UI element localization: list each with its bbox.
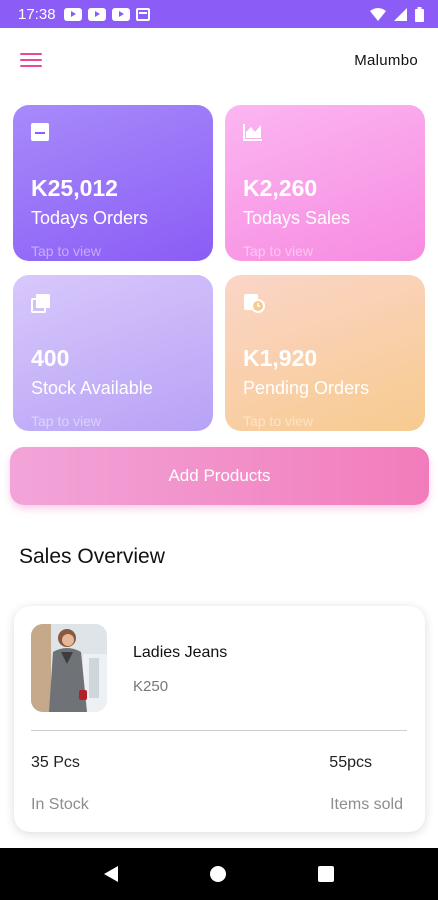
youtube-icon bbox=[111, 7, 130, 21]
add-products-button[interactable]: Add Products bbox=[10, 447, 429, 505]
card-hint: Tap to view bbox=[243, 413, 314, 429]
in-stock-value: 35 Pcs bbox=[31, 754, 80, 771]
battery-icon bbox=[415, 6, 424, 22]
card-amount: K2,260 bbox=[243, 175, 318, 201]
sales-overview-card[interactable]: Ladies Jeans K250 35 Pcs In Stock 55pcs … bbox=[14, 606, 425, 832]
todays-orders-card[interactable]: K25,012 Todays Orders Tap to view bbox=[13, 105, 213, 261]
app-bar: Malumbo bbox=[0, 40, 438, 80]
inbox-icon bbox=[31, 123, 195, 145]
card-amount: K1,920 bbox=[243, 345, 318, 371]
pending-orders-card[interactable]: K1,920 Pending Orders Tap to view bbox=[225, 275, 425, 431]
card-amount: K25,012 bbox=[31, 175, 118, 201]
youtube-icon bbox=[87, 7, 106, 21]
product-image bbox=[31, 624, 107, 712]
card-label: Todays Sales bbox=[243, 208, 351, 228]
card-label: Todays Orders bbox=[31, 208, 149, 228]
section-title: Sales Overview bbox=[19, 545, 165, 568]
user-name: Malumbo bbox=[354, 51, 418, 69]
product-price: K250 bbox=[133, 678, 169, 695]
items-sold-value: 55pcs bbox=[329, 754, 372, 771]
back-icon[interactable] bbox=[104, 866, 118, 882]
card-label: Pending Orders bbox=[243, 378, 370, 398]
hamburger-menu-icon[interactable] bbox=[20, 51, 42, 69]
calendar-icon bbox=[135, 7, 150, 21]
clock-icon bbox=[243, 293, 407, 315]
youtube-icon bbox=[63, 7, 82, 21]
divider bbox=[31, 730, 407, 731]
chart-icon bbox=[243, 123, 407, 145]
status-system-icons bbox=[370, 6, 424, 22]
card-amount: 400 bbox=[31, 345, 70, 371]
wifi-icon bbox=[370, 7, 386, 21]
card-label: Stock Available bbox=[31, 378, 153, 398]
card-hint: Tap to view bbox=[243, 243, 314, 259]
system-nav-bar bbox=[0, 848, 438, 900]
stock-available-card[interactable]: 400 Stock Available Tap to view bbox=[13, 275, 213, 431]
in-stock-label: In Stock bbox=[31, 796, 89, 813]
recents-icon[interactable] bbox=[318, 866, 334, 882]
status-time: 17:38 bbox=[18, 5, 56, 23]
todays-sales-card[interactable]: K2,260 Todays Sales Tap to view bbox=[225, 105, 425, 261]
stack-icon bbox=[31, 293, 195, 315]
status-bar: 17:38 bbox=[0, 0, 438, 28]
home-icon[interactable] bbox=[210, 866, 226, 882]
product-name: Ladies Jeans bbox=[133, 644, 228, 661]
items-sold-label: Items sold bbox=[330, 796, 403, 813]
signal-icon bbox=[394, 7, 407, 21]
card-hint: Tap to view bbox=[31, 413, 102, 429]
card-hint: Tap to view bbox=[31, 243, 102, 259]
status-notification-icons bbox=[63, 7, 150, 21]
